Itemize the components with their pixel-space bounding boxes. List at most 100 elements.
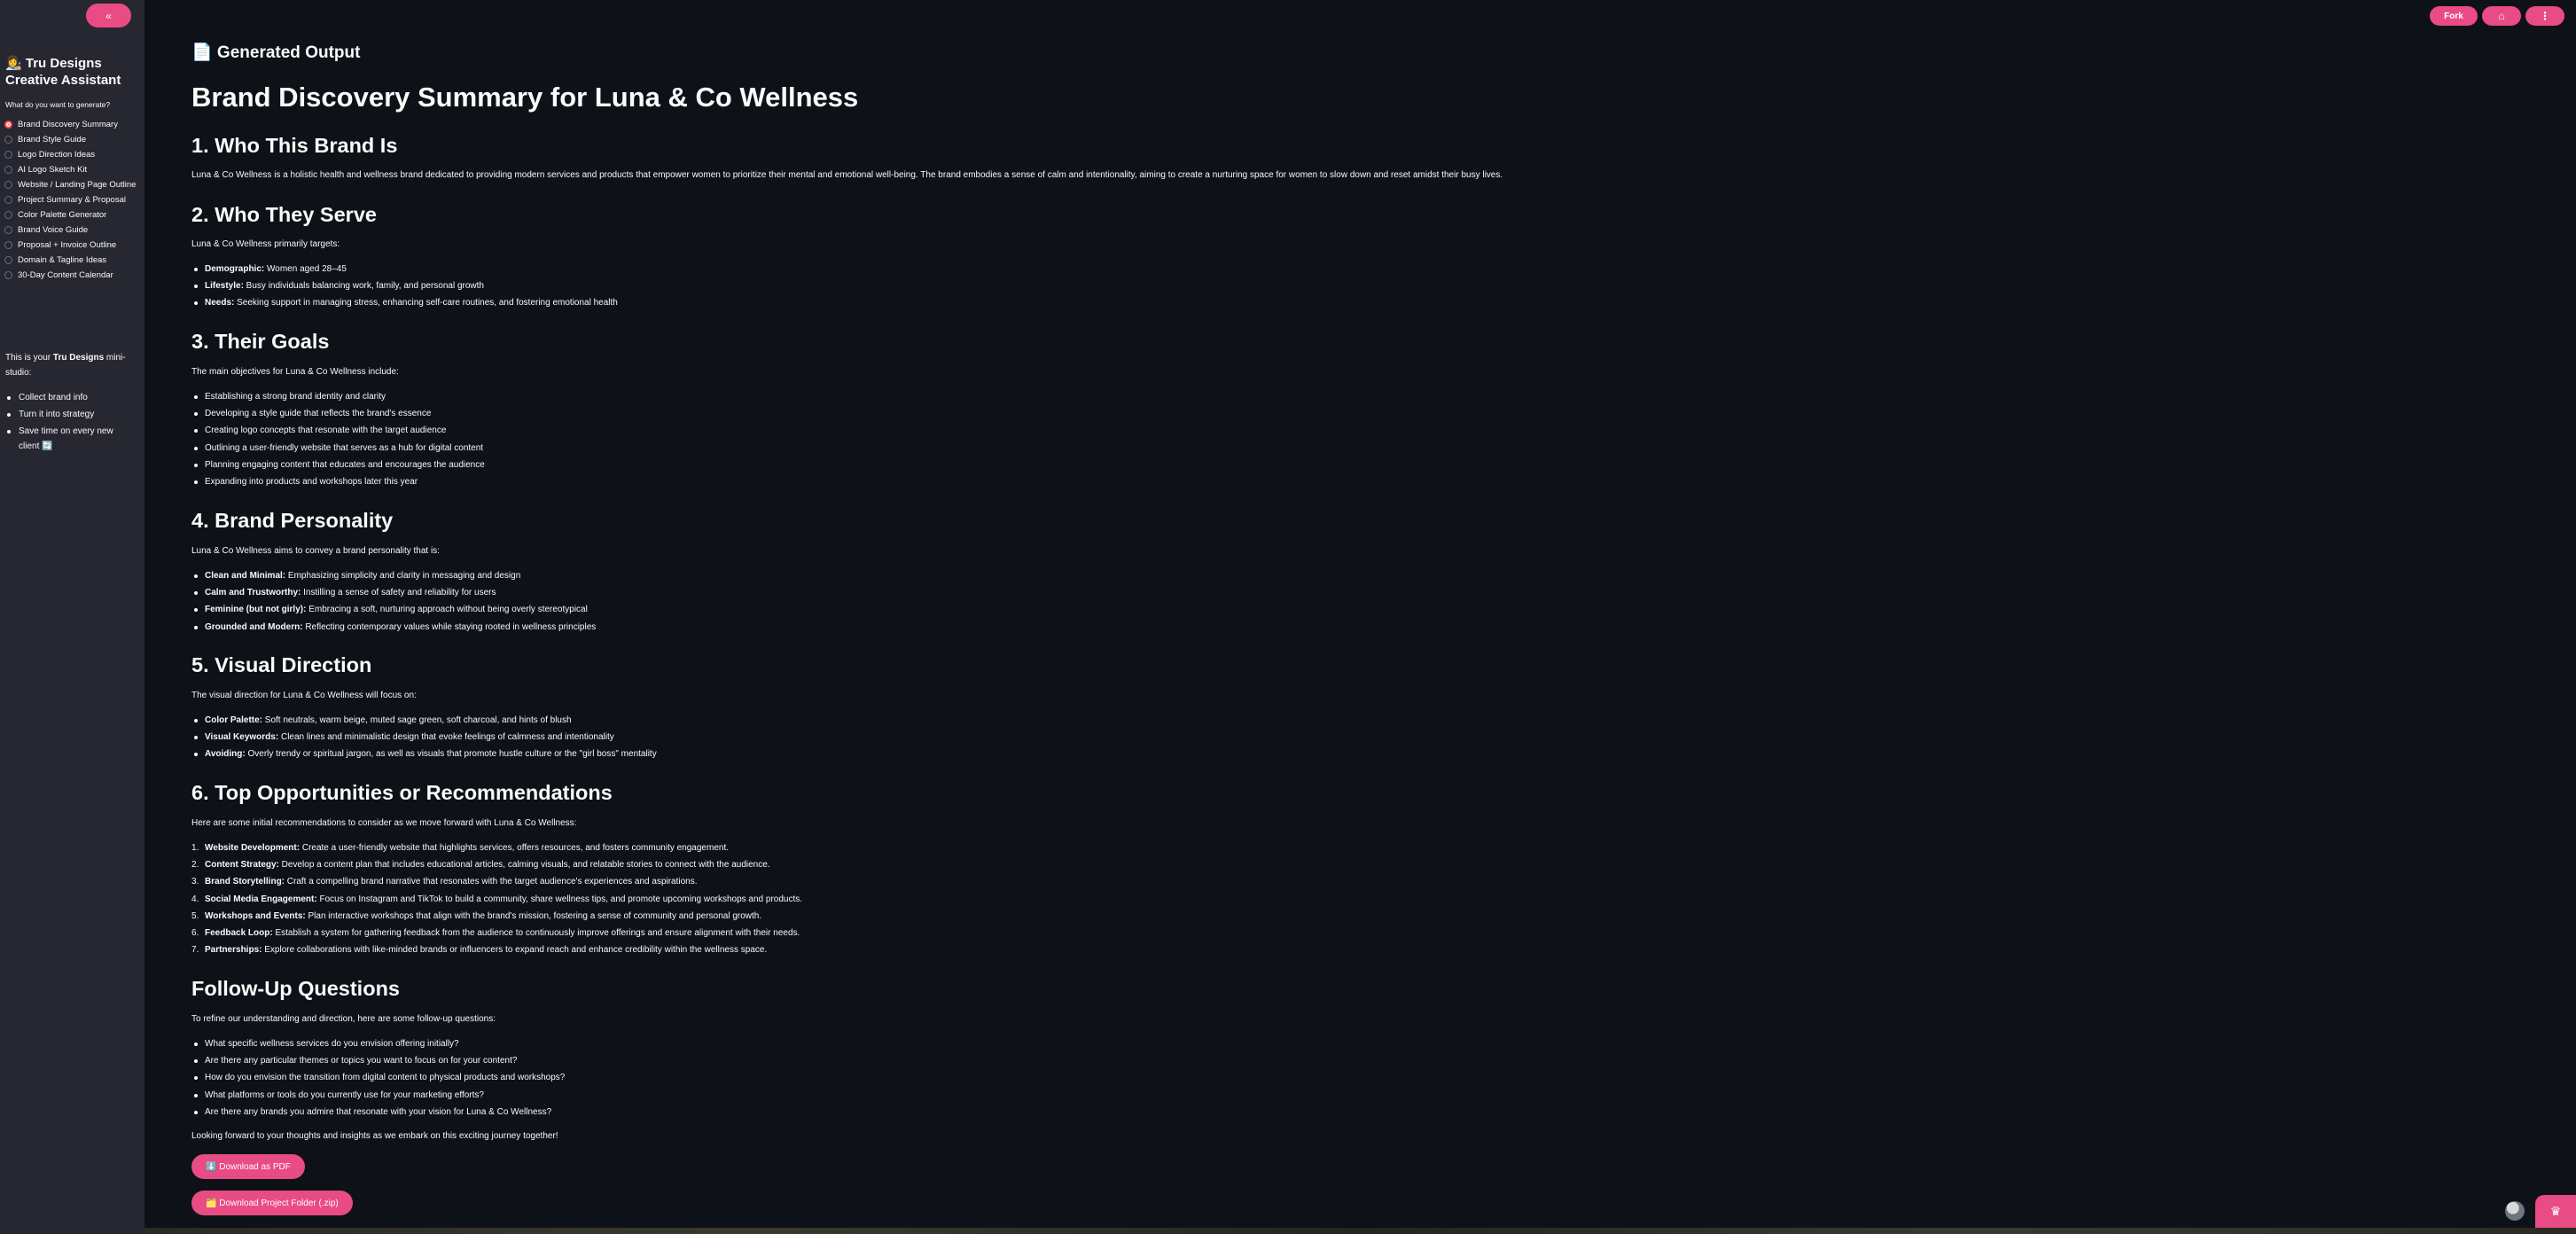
radio-circle-icon (4, 121, 12, 129)
section-intro-who-they-serve: Luna & Co Wellness primarily targets: (191, 239, 340, 249)
list-item: Planning engaging content that educates … (191, 459, 485, 476)
list-item: Brand Storytelling: Craft a compelling b… (191, 876, 802, 893)
list-item-text: Embracing a soft, nurturing approach wit… (306, 605, 588, 615)
list-item-label: Feedback Loop: (205, 927, 273, 938)
radio-option-label: Domain & Tagline Ideas (18, 255, 107, 265)
who-they-serve-list: Demographic: Women aged 28–45 Lifestyle: … (191, 263, 618, 315)
radio-option-label: Logo Direction Ideas (18, 150, 96, 160)
generated-output-heading: 📄 Generated Output (191, 43, 361, 62)
list-item-label: Lifestyle: (205, 281, 244, 292)
radio-option[interactable]: Project Summary & Proposal (4, 192, 137, 207)
download-pdf-button[interactable]: ⬇️ Download as PDF (191, 1154, 305, 1179)
section-heading-visual-direction: 5. Visual Direction (191, 653, 372, 676)
avatar[interactable] (2505, 1201, 2525, 1221)
section-intro-goals: The main objectives for Luna & Co Wellne… (191, 367, 399, 377)
opportunities-list: Website Development: Create a user-frien… (191, 842, 802, 961)
section-heading-follow-up: Follow-Up Questions (191, 977, 400, 1000)
list-item: Needs: Seeking support in managing stres… (191, 297, 618, 314)
section-heading-goals: 3. Their Goals (191, 330, 330, 353)
radio-option[interactable]: Brand Voice Guide (4, 223, 137, 238)
list-item-text: Create a user-friendly website that high… (300, 843, 729, 853)
radio-option-label: Brand Discovery Summary (18, 120, 118, 129)
list-item: What platforms or tools do you currently… (191, 1090, 565, 1106)
section-intro-visual-direction: The visual direction for Luna & Co Welln… (191, 691, 417, 700)
section-heading-opportunities: 6. Top Opportunities or Recommendations (191, 781, 613, 804)
list-item-text: Reflecting contemporary values while sta… (302, 621, 597, 632)
radio-option-label: Color Palette Generator (18, 210, 107, 220)
goals-list: Establishing a strong brand identity and… (191, 391, 485, 493)
list-item-label: Feminine (but not girly): (205, 605, 307, 615)
sidebar-bullet-item: Turn it into strategy (5, 407, 134, 422)
radio-option-label: Brand Voice Guide (18, 225, 89, 235)
list-item: Website Development: Create a user-frien… (191, 842, 802, 859)
radio-circle-icon (4, 211, 12, 219)
list-item-text: Establish a system for gathering feedbac… (272, 927, 800, 938)
radio-circle-icon (4, 226, 12, 234)
radio-circle-icon (4, 196, 12, 204)
list-item-text: Overly trendy or spiritual jargon, as we… (245, 749, 657, 760)
radio-option[interactable]: Brand Style Guide (4, 132, 137, 147)
radio-option[interactable]: Domain & Tagline Ideas (4, 253, 137, 268)
sidebar-bullet-item: Collect brand info (5, 390, 134, 405)
list-item: Demographic: Women aged 28–45 (191, 263, 618, 280)
list-item: Are there any particular themes or topic… (191, 1055, 565, 1072)
list-item: Partnerships: Explore collaborations wit… (191, 944, 802, 961)
fork-button[interactable]: Fork (2430, 6, 2478, 26)
list-item-label: Demographic: (205, 264, 265, 274)
top-actions: Fork ⌂ ⋮ (2430, 6, 2564, 26)
visual-direction-list: Color Palette: Soft neutrals, warm beige… (191, 715, 657, 766)
github-icon: ⌂ (2498, 10, 2505, 22)
list-item: How do you envision the transition from … (191, 1072, 565, 1089)
list-item-text: Busy individuals balancing work, family,… (243, 281, 484, 292)
chevrons-left-icon: « (105, 9, 112, 22)
radio-option[interactable]: Proposal + Invoice Outline (4, 238, 137, 253)
list-item-label: Content Strategy: (205, 860, 279, 871)
list-item: Outlining a user-friendly website that s… (191, 442, 485, 459)
radio-option[interactable]: Color Palette Generator (4, 207, 137, 223)
menu-button[interactable]: ⋮ (2525, 6, 2564, 26)
page-title: Brand Discovery Summary for Luna & Co We… (191, 82, 859, 113)
list-item: Social Media Engagement: Focus on Instag… (191, 894, 802, 910)
list-item: Lifestyle: Busy individuals balancing wo… (191, 280, 618, 297)
download-zip-button[interactable]: 🗂️ Download Project Folder (.zip) (191, 1191, 353, 1215)
list-item: Establishing a strong brand identity and… (191, 391, 485, 408)
radio-option-label: Project Summary & Proposal (18, 195, 126, 205)
list-item-text: Develop a content plan that includes edu… (278, 860, 770, 871)
radio-option-label: 30-Day Content Calendar (18, 270, 113, 280)
list-item-text: Women aged 28–45 (264, 264, 347, 274)
generate-type-radio-group: Brand Discovery Summary Brand Style Guide… (4, 117, 137, 283)
list-item: Grounded and Modern: Reflecting contempo… (191, 621, 596, 638)
list-item-text: Seeking support in managing stress, enha… (234, 298, 618, 308)
section-heading-who-brand-is: 1. Who This Brand Is (191, 134, 398, 157)
crown-icon: ♛ (2549, 1204, 2562, 1218)
streamlit-badge[interactable]: ♛ (2535, 1195, 2576, 1228)
list-item-label: Grounded and Modern: (205, 621, 303, 632)
kebab-menu-icon: ⋮ (2540, 10, 2550, 22)
github-button[interactable]: ⌂ (2482, 6, 2521, 26)
artist-emoji-icon: 👩‍🎨 (5, 56, 22, 71)
radio-option[interactable]: Logo Direction Ideas (4, 147, 137, 162)
radio-option[interactable]: AI Logo Sketch Kit (4, 162, 137, 177)
list-item: What specific wellness services do you e… (191, 1038, 565, 1055)
bottom-image-strip (144, 1228, 2576, 1234)
sidebar-title-text: Tru Designs Creative Assistant (5, 56, 121, 88)
list-item-label: Visual Keywords: (205, 732, 279, 743)
radio-option[interactable]: Brand Discovery Summary (4, 117, 137, 132)
list-item-label: Brand Storytelling: (205, 877, 285, 887)
radio-option[interactable]: 30-Day Content Calendar (4, 268, 137, 283)
list-item-label: Needs: (205, 298, 235, 308)
sidebar-bullets: Collect brand info Turn it into strategy S… (5, 390, 134, 456)
radio-option[interactable]: Website / Landing Page Outline (4, 177, 137, 192)
radio-circle-icon (4, 256, 12, 264)
radio-circle-icon (4, 241, 12, 249)
list-item-label: Color Palette: (205, 715, 263, 725)
list-item: Are there any brands you admire that res… (191, 1106, 565, 1123)
list-item-label: Partnerships: (205, 945, 262, 956)
note-prefix: This is your (5, 353, 53, 363)
list-item: Avoiding: Overly trendy or spiritual jar… (191, 748, 657, 765)
list-item-text: Focus on Instagram and TikTok to build a… (316, 894, 803, 904)
collapse-sidebar-button[interactable]: « (86, 4, 131, 27)
list-item: Color Palette: Soft neutrals, warm beige… (191, 715, 657, 731)
radio-option-label: Brand Style Guide (18, 135, 87, 144)
list-item-label: Avoiding: (205, 749, 246, 760)
